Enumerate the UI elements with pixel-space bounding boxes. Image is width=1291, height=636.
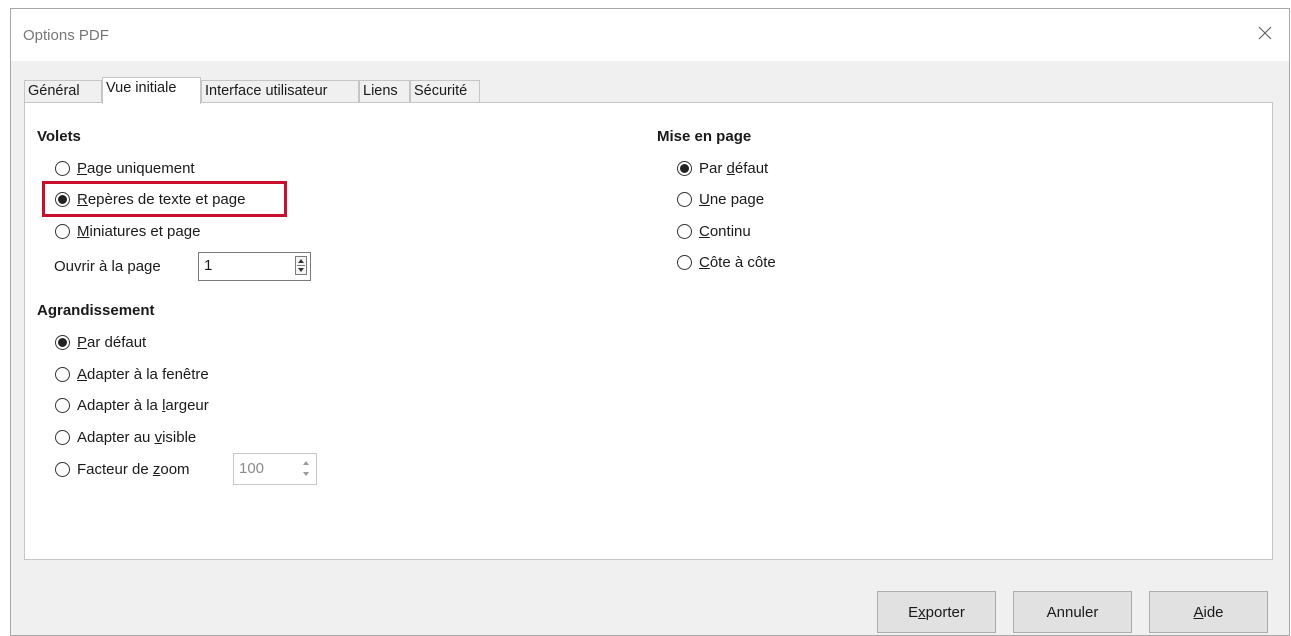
radio-button[interactable] — [55, 366, 70, 382]
radio-label: Facteur de zoom — [77, 460, 190, 478]
page-layout-heading: Mise en page — [657, 128, 752, 145]
zoom-factor-value[interactable]: 100 — [239, 460, 264, 477]
radio-label: Adapter à la fenêtre — [77, 365, 209, 383]
highlight-box — [42, 181, 287, 217]
panes-heading: Volets — [37, 128, 81, 145]
title-bar: Options PDF — [11, 9, 1289, 61]
magnification-heading: Agrandissement — [37, 302, 155, 319]
tab-links[interactable]: Liens — [359, 80, 410, 103]
radio-zoom-default[interactable]: Par défaut — [55, 330, 146, 354]
radio-label: Continu — [699, 222, 751, 240]
radio-continuous[interactable]: Continu — [677, 219, 751, 243]
radio-button[interactable] — [55, 223, 70, 239]
radio-label: Côte à côte — [699, 253, 776, 271]
open-page-spinbox[interactable]: 1 — [198, 252, 311, 281]
radio-button[interactable] — [677, 223, 692, 239]
open-page-label: Ouvrir à la page — [54, 258, 161, 275]
radio-label: Une page — [699, 190, 765, 208]
radio-layout-default[interactable]: Par défaut — [677, 156, 768, 180]
open-page-value[interactable]: 1 — [204, 257, 212, 274]
radio-button[interactable] — [55, 334, 70, 350]
radio-label: Page uniquement — [77, 159, 195, 177]
radio-page-only[interactable]: Page uniquement — [55, 156, 195, 180]
radio-button[interactable] — [677, 191, 692, 207]
radio-label: Par défaut — [77, 333, 147, 351]
radio-zoom-factor[interactable]: Facteur de zoom — [55, 457, 190, 481]
help-button[interactable]: Aide — [1149, 591, 1268, 633]
radio-fit-width[interactable]: Adapter à la largeur — [55, 393, 209, 417]
radio-button[interactable] — [55, 429, 70, 445]
radio-thumbnails-and-page[interactable]: Miniatures et page — [55, 219, 200, 243]
radio-fit-window[interactable]: Adapter à la fenêtre — [55, 362, 209, 386]
radio-side-by-side[interactable]: Côte à côte — [677, 250, 776, 274]
cancel-button[interactable]: Annuler — [1013, 591, 1132, 633]
radio-button[interactable] — [55, 397, 70, 413]
radio-label: Adapter à la largeur — [77, 396, 209, 414]
radio-button[interactable] — [55, 160, 70, 176]
tab-general[interactable]: Général — [24, 80, 102, 103]
tab-security[interactable]: Sécurité — [410, 80, 480, 103]
radio-button[interactable] — [55, 461, 70, 477]
tab-user-interface[interactable]: Interface utilisateur — [201, 80, 359, 103]
radio-single-page[interactable]: Une page — [677, 187, 764, 211]
radio-label: Miniatures et page — [77, 222, 201, 240]
radio-fit-visible[interactable]: Adapter au visible — [55, 425, 196, 449]
radio-label: Adapter au visible — [77, 428, 197, 446]
initial-view-panel: Volets Page uniquement Repères de texte … — [24, 102, 1273, 560]
radio-label: Par défaut — [699, 159, 769, 177]
spin-buttons[interactable] — [301, 459, 313, 478]
dialog-title: Options PDF — [23, 27, 109, 44]
spin-buttons[interactable] — [295, 256, 307, 275]
close-icon[interactable] — [1255, 23, 1275, 43]
zoom-factor-spinbox[interactable]: 100 — [233, 453, 317, 485]
export-button[interactable]: Ex porter — [877, 591, 996, 633]
pdf-options-dialog: Options PDF Général Vue initiale Interfa… — [10, 8, 1290, 636]
radio-button[interactable] — [677, 254, 692, 270]
tab-initial-view[interactable]: Vue initiale — [102, 77, 201, 104]
radio-button[interactable] — [677, 160, 692, 176]
